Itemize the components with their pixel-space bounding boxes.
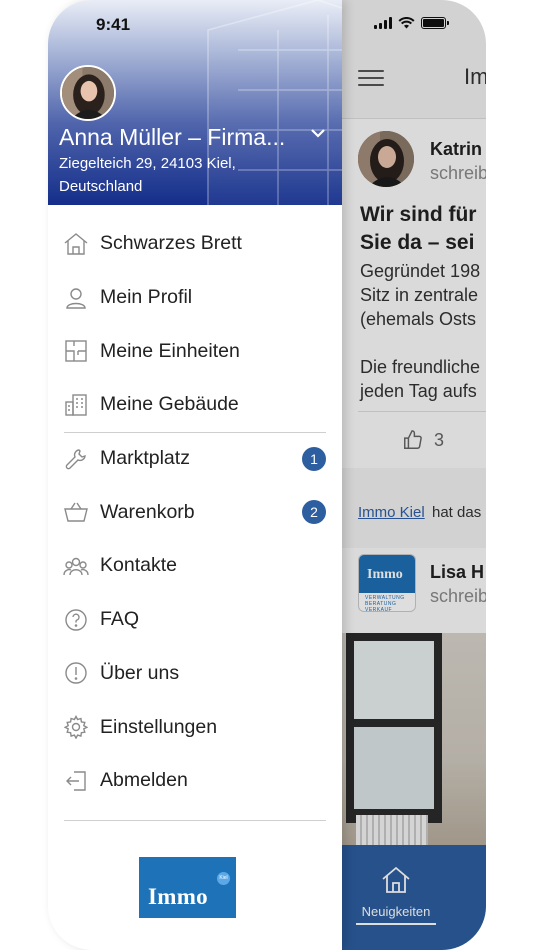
user-address: Ziegelteich 29, 24103 Kiel, Deutschland xyxy=(59,155,236,195)
menu-item-einstellungen[interactable]: Einstellungen xyxy=(48,700,342,754)
info-icon xyxy=(63,660,89,686)
feed-post[interactable]: Immo VERWALTUNG BERATUNG VERKAUF Lisa H … xyxy=(342,548,486,633)
battery-icon xyxy=(421,17,449,29)
navigation-drawer: 9:41 Anna Müller – Firma... Ziegelteich … xyxy=(48,0,342,950)
marktplatz-badge: 1 xyxy=(302,446,326,471)
basket-icon xyxy=(63,499,89,525)
menu-item-meine-einheiten[interactable]: Meine Einheiten xyxy=(48,324,342,378)
menu-item-kontakte[interactable]: Kontakte xyxy=(48,539,342,593)
avatar xyxy=(358,131,414,187)
menu-item-schwarzes-brett[interactable]: Schwarzes Brett xyxy=(48,217,342,271)
warenkorb-badge: 2 xyxy=(302,500,326,525)
post-subtitle: schreib xyxy=(430,586,486,606)
cellular-signal-icon xyxy=(374,17,392,29)
activity-notice: Immo Kiel hat das xyxy=(342,490,486,540)
post-headline: Wir sind für Sie da – sei xyxy=(360,203,477,254)
building-icon xyxy=(63,392,89,418)
drawer-header: 9:41 Anna Müller – Firma... Ziegelteich … xyxy=(48,0,342,205)
post-body: Gegründet 198 Sitz in zentrale (ehemals … xyxy=(360,261,481,401)
menu-item-ueber-uns[interactable]: Über uns xyxy=(48,647,342,701)
hamburger-menu-icon[interactable] xyxy=(358,70,384,91)
notice-text: hat das xyxy=(432,504,482,521)
app-title: Immo xyxy=(464,64,486,89)
app-top-bar: Immo xyxy=(342,52,486,102)
post-author: Lisa H xyxy=(430,562,485,582)
menu-item-faq[interactable]: FAQ xyxy=(48,593,342,647)
logout-icon xyxy=(63,768,89,794)
post-photo xyxy=(342,633,486,845)
question-icon xyxy=(63,607,89,633)
like-count: 3 xyxy=(434,429,445,450)
tab-news[interactable]: Neuigkeiten xyxy=(356,865,436,925)
status-bar-right xyxy=(342,0,486,50)
company-logo: Immo VERWALTUNG BERATUNG VERKAUF xyxy=(358,554,416,612)
floorplan-icon xyxy=(63,338,89,364)
menu-item-abmelden[interactable]: Abmelden xyxy=(48,754,342,808)
menu-divider xyxy=(64,432,326,433)
menu-item-meine-gebaeude[interactable]: Meine Gebäude xyxy=(48,378,342,432)
gear-icon xyxy=(63,714,89,740)
home-icon xyxy=(63,231,89,257)
person-icon xyxy=(63,285,89,311)
people-icon xyxy=(63,553,89,579)
menu-divider xyxy=(64,820,326,821)
status-bar-time: 9:41 xyxy=(96,15,131,34)
brand-logo: Immo Kiel xyxy=(139,857,236,918)
post-subtitle: schreib xyxy=(430,163,486,183)
home-icon xyxy=(382,866,410,893)
divider xyxy=(358,411,486,412)
menu-item-warenkorb[interactable]: Warenkorb 2 xyxy=(48,485,342,539)
wifi-icon xyxy=(398,17,415,29)
notice-link[interactable]: Immo Kiel xyxy=(358,504,425,521)
feed-post[interactable]: Katrin schreib Wir sind für Sie da – sei… xyxy=(342,118,486,468)
menu-item-mein-profil[interactable]: Mein Profil xyxy=(48,271,342,325)
user-name[interactable]: Anna Müller – Firma... xyxy=(59,124,299,151)
post-author: Katrin xyxy=(430,139,483,159)
bottom-tab-bar: Neuigkeiten xyxy=(342,845,486,950)
menu-item-marktplatz[interactable]: Marktplatz 1 xyxy=(48,432,342,486)
like-button[interactable]: 3 xyxy=(402,429,444,451)
chevron-down-icon[interactable] xyxy=(310,128,326,138)
tab-label: Neuigkeiten xyxy=(361,904,431,919)
wrench-icon xyxy=(63,446,89,472)
background-app-screen: Immo Katrin schreib Wir sind für Sie da … xyxy=(342,0,486,950)
profile-avatar[interactable] xyxy=(60,65,116,121)
thumbs-up-icon xyxy=(404,430,422,449)
drawer-menu: Schwarzes Brett Mein Profil Meine Einhei… xyxy=(48,217,342,808)
